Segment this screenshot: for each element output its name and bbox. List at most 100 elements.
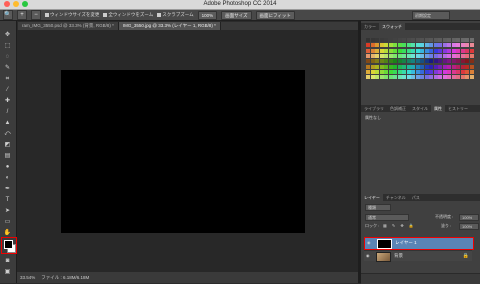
workspace-select[interactable]: 初期設定 <box>412 11 450 20</box>
zoom-all-checkbox[interactable]: 全ウィンドウをズーム <box>103 12 153 18</box>
eye-icon[interactable]: ◉ <box>367 241 372 245</box>
tab-paths[interactable]: パス <box>409 194 423 201</box>
swatch[interactable] <box>375 69 379 74</box>
swatch[interactable] <box>460 53 465 58</box>
swatch[interactable] <box>402 38 406 42</box>
swatch[interactable] <box>456 43 460 48</box>
opacity-input[interactable]: 100% <box>459 214 479 221</box>
swatch[interactable] <box>451 43 456 48</box>
swatch[interactable] <box>406 75 411 80</box>
swatch[interactable] <box>433 43 438 48</box>
swatch[interactable] <box>465 69 469 74</box>
tab-layers[interactable]: レイヤー <box>361 194 383 201</box>
swatch[interactable] <box>388 53 393 58</box>
swatch[interactable] <box>429 59 433 64</box>
swatch[interactable] <box>379 38 384 42</box>
swatch[interactable] <box>424 48 429 53</box>
quick-mask-icon[interactable]: ◙ <box>3 257 12 265</box>
swatch[interactable] <box>366 48 370 53</box>
swatch[interactable] <box>424 64 429 69</box>
swatch[interactable] <box>397 43 402 48</box>
swatch[interactable] <box>397 38 402 42</box>
swatch[interactable] <box>429 38 433 42</box>
zoom-readout[interactable]: 33.54% <box>20 275 35 280</box>
swatch[interactable] <box>451 53 456 58</box>
swatch[interactable] <box>406 48 411 53</box>
zoom-in-icon[interactable]: + <box>17 10 27 20</box>
swatch[interactable] <box>424 75 429 80</box>
swatch[interactable] <box>370 59 375 64</box>
swatch[interactable] <box>397 53 402 58</box>
hand-tool-icon[interactable]: ✋ <box>3 229 12 237</box>
swatch[interactable] <box>442 53 447 58</box>
swatch[interactable] <box>451 38 456 42</box>
swatch[interactable] <box>433 53 438 58</box>
swatch[interactable] <box>433 69 438 74</box>
swatch[interactable] <box>375 75 379 80</box>
swatch[interactable] <box>469 64 474 69</box>
eye-icon[interactable]: ◉ <box>366 254 371 258</box>
swatch[interactable] <box>406 64 411 69</box>
swatch[interactable] <box>447 38 451 42</box>
blur-tool-icon[interactable]: ● <box>3 163 12 171</box>
gradient-tool-icon[interactable]: ▤ <box>3 152 12 160</box>
swatch[interactable] <box>379 64 384 69</box>
swatch[interactable] <box>379 69 384 74</box>
scrubby-zoom-checkbox[interactable]: スクラブズーム <box>157 12 194 18</box>
swatch[interactable] <box>366 75 370 80</box>
swatch[interactable] <box>375 53 379 58</box>
healing-tool-icon[interactable]: ✚ <box>3 97 12 105</box>
swatch[interactable] <box>424 38 429 42</box>
swatch[interactable] <box>420 75 424 80</box>
swatch[interactable] <box>406 38 411 42</box>
swatch[interactable] <box>415 64 420 69</box>
swatch[interactable] <box>420 38 424 42</box>
swatch[interactable] <box>465 38 469 42</box>
swatch[interactable] <box>370 38 375 42</box>
swatch[interactable] <box>375 59 379 64</box>
brush-tool-icon[interactable]: / <box>3 108 12 116</box>
swatch[interactable] <box>438 64 442 69</box>
swatch[interactable] <box>370 53 375 58</box>
swatch[interactable] <box>460 64 465 69</box>
swatch[interactable] <box>451 69 456 74</box>
swatch[interactable] <box>388 43 393 48</box>
stamp-tool-icon[interactable]: ▲ <box>3 119 12 127</box>
swatch[interactable] <box>451 59 456 64</box>
shape-tool-icon[interactable]: ▭ <box>3 218 12 226</box>
swatch[interactable] <box>456 38 460 42</box>
swatch[interactable] <box>402 53 406 58</box>
swatch[interactable] <box>420 48 424 53</box>
swatch[interactable] <box>456 75 460 80</box>
zoom-100-button[interactable]: 100% <box>197 10 218 20</box>
swatch[interactable] <box>393 75 397 80</box>
tab-psd[interactable]: ram_IMG_3550.psd @ 33.3% (背景, RGB/8) * <box>18 22 119 30</box>
type-tool-icon[interactable]: T <box>3 196 12 204</box>
swatch[interactable] <box>460 48 465 53</box>
marquee-tool-icon[interactable]: ⬚ <box>3 42 12 50</box>
swatch[interactable] <box>375 43 379 48</box>
eraser-tool-icon[interactable]: ◩ <box>3 141 12 149</box>
swatch[interactable] <box>456 69 460 74</box>
swatch[interactable] <box>429 48 433 53</box>
layer-row[interactable]: ◉ 背景 🔒 <box>364 250 472 262</box>
swatch[interactable] <box>379 59 384 64</box>
swatch[interactable] <box>438 48 442 53</box>
swatch[interactable] <box>438 38 442 42</box>
swatch[interactable] <box>388 75 393 80</box>
swatch[interactable] <box>402 48 406 53</box>
swatch[interactable] <box>433 59 438 64</box>
swatch[interactable] <box>379 43 384 48</box>
swatch[interactable] <box>465 48 469 53</box>
swatch[interactable] <box>384 38 388 42</box>
swatch[interactable] <box>415 53 420 58</box>
swatch[interactable] <box>411 75 415 80</box>
swatch[interactable] <box>384 59 388 64</box>
swatch[interactable] <box>402 59 406 64</box>
swatch[interactable] <box>406 43 411 48</box>
swatch[interactable] <box>411 69 415 74</box>
swatch[interactable] <box>397 69 402 74</box>
swatch-grid[interactable] <box>366 38 474 80</box>
swatch[interactable] <box>465 53 469 58</box>
swatch[interactable] <box>393 53 397 58</box>
